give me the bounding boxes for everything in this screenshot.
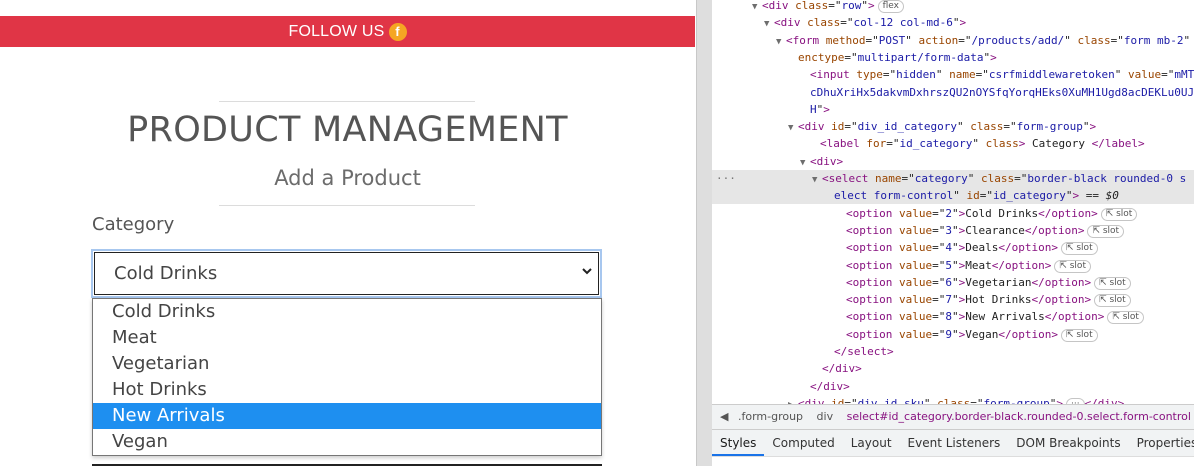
chevron-down-icon[interactable] [580,264,594,278]
facebook-icon[interactable]: f [388,22,407,41]
category-option[interactable]: Meat [93,325,601,351]
tab-event-listeners[interactable]: Event Listeners [900,430,1009,456]
dom-tree-node[interactable]: <option value="8">New Arrivals</option> ⇱… [712,308,1194,325]
dom-node-markup: </select> [834,345,894,358]
tab-styles[interactable]: Styles [712,430,765,456]
tab-computed[interactable]: Computed [764,430,842,456]
dom-tree-node[interactable]: enctype="multipart/form-data"> [712,49,1194,66]
dom-node-markup: <div class="row"> flex [762,0,904,13]
dom-tree-node[interactable]: <option value="9">Vegan</option> ⇱ slot [712,326,1194,343]
dom-node-markup: </div> [822,362,862,376]
dom-node-markup: H"> [810,102,830,116]
tab-properties[interactable]: Properties [1129,430,1194,456]
dom-node-markup: cDhuXriHx5dakvmDxhrszQU2nOYSfqYorqHEks0X… [810,85,1194,99]
page-subtitle: Add a Product [274,166,421,190]
dom-node-markup: <div id="div_id_category" class="form-gr… [798,120,1097,134]
dom-tree-node[interactable]: ▼ <div class="row"> flex [712,0,1194,14]
styles-filter-strip [712,456,1194,466]
breadcrumb-item-div[interactable]: div [817,410,834,423]
dom-node-markup: <div> [810,154,844,168]
dom-tree-node[interactable]: <option value="4">Deals</option> ⇱ slot [712,239,1194,256]
dom-node-markup: <label for="id_category" class> Category… [820,137,1145,151]
dom-node-markup: enctype="multipart/form-data"> [798,50,997,64]
dom-tree-node[interactable]: H"> [712,101,1194,118]
dom-tree-node[interactable]: <option value="7">Hot Drinks</option> ⇱ s… [712,291,1194,308]
breadcrumb-item-form-group[interactable]: .form-group [738,410,803,423]
dom-node-markup: <select name="category" class="border-bl… [822,172,1187,185]
styles-panel-tabs: Styles Computed Layout Event Listeners DOM B… [712,429,1194,456]
devtools-resize-divider[interactable] [696,0,713,466]
category-option[interactable]: Hot Drinks [93,377,601,403]
dom-node-markup: <option value="8">New Arrivals</option> ⇱… [846,310,1144,325]
category-option[interactable]: Cold Drinks [93,299,601,325]
dom-tree-node[interactable]: elect form-control" id="id_category"> ==… [712,187,1194,205]
dom-tree-node[interactable]: <option value="2">Cold Drinks</option> ⇱ … [712,205,1194,222]
category-select[interactable]: Cold Drinks [91,249,602,298]
dom-tree-node[interactable]: </div> [712,378,1194,395]
category-options-dropdown[interactable]: Cold Drinks Meat Vegetarian Hot Drinks New A… [92,298,602,456]
follow-us-text: FOLLOW US [288,22,385,40]
dom-node-markup: <div class="col-12 col-md-6"> [774,16,967,30]
node-actions-ellipsis-icon[interactable]: ··· [716,170,736,187]
category-option[interactable]: Vegan [93,429,601,455]
dom-tree-node[interactable]: ▼ <form method="POST" action="/products/a… [712,32,1194,49]
dom-tree-node[interactable]: ▼ <div id="div_id_category" class="form-g… [712,118,1194,135]
dom-node-markup: <option value="6">Vegetarian</option> ⇱ s… [846,276,1131,290]
tab-dom-breakpoints[interactable]: DOM Breakpoints [1008,430,1128,456]
dom-tree-node[interactable]: cDhuXriHx5dakvmDxhrszQU2nOYSfqYorqHEks0X… [712,84,1194,101]
devtools-panel: ▼ <div class="row"> flex ▼ <div class="col-1… [712,0,1194,466]
dom-tree-node[interactable]: <label for="id_category" class> Category… [712,135,1194,152]
dom-tree-node[interactable]: <input type="hidden" name="csrfmiddlewar… [712,66,1194,83]
category-select-box[interactable]: Cold Drinks [94,252,599,295]
dom-node-markup: <option value="7">Hot Drinks</option> ⇱ s… [846,293,1131,308]
dom-node-markup: <input type="hidden" name="csrfmiddlewar… [810,68,1194,82]
dom-node-markup: </div> [810,379,850,393]
follow-us-banner[interactable]: FOLLOW US f [0,16,695,47]
dom-node-markup: <form method="POST" action="/products/ad… [786,33,1191,47]
category-label: Category [92,214,175,235]
dom-node-markup: <option value="2">Cold Drinks</option> ⇱ … [846,207,1138,221]
dom-tree-node[interactable]: </select> [712,343,1194,360]
breadcrumb-scroll-left-icon[interactable]: ◀ [720,410,728,423]
category-selected-value: Cold Drinks [114,263,218,284]
dom-tree-node[interactable]: <option value="3">Clearance</option> ⇱ sl… [712,222,1194,239]
dom-tree-node[interactable]: ▼ <div> [712,153,1194,170]
dom-node-markup: elect form-control" id="id_category"> ==… [834,189,1119,203]
dom-node-markup: <option value="5">Meat</option> ⇱ slot [846,259,1091,273]
dom-tree-node[interactable]: </div> [712,360,1194,377]
category-option[interactable]: New Arrivals [93,403,601,429]
dom-node-markup: <option value="9">Vegan</option> ⇱ slot [846,328,1098,342]
dom-node-markup: <option value="3">Clearance</option> ⇱ sl… [846,224,1125,238]
dom-tree-node[interactable]: <option value="6">Vegetarian</option> ⇱ s… [712,274,1194,291]
category-option[interactable]: Vegetarian [93,351,601,377]
breadcrumb-item-select[interactable]: select#id_category.border-black.rounded-… [847,410,1191,423]
dom-tree-node[interactable]: <option value="5">Meat</option> ⇱ slot [712,257,1194,274]
title-bottom-rule [219,205,475,206]
page-viewport: FOLLOW US f PRODUCT MANAGEMENT Add a Pro… [0,0,696,466]
title-top-rule [219,101,475,102]
tab-layout[interactable]: Layout [843,430,900,456]
dom-tree-node[interactable]: ▼ <div class="col-12 col-md-6"> [712,14,1194,31]
page-title: PRODUCT MANAGEMENT [127,110,568,150]
dom-tree-node[interactable]: ▼ <select name="category" class="border-b… [712,170,1194,187]
dom-node-markup: <option value="4">Deals</option> ⇱ slot [846,241,1098,256]
dom-breadcrumb[interactable]: ◀ .form-group div select#id_category.bor… [712,404,1194,429]
